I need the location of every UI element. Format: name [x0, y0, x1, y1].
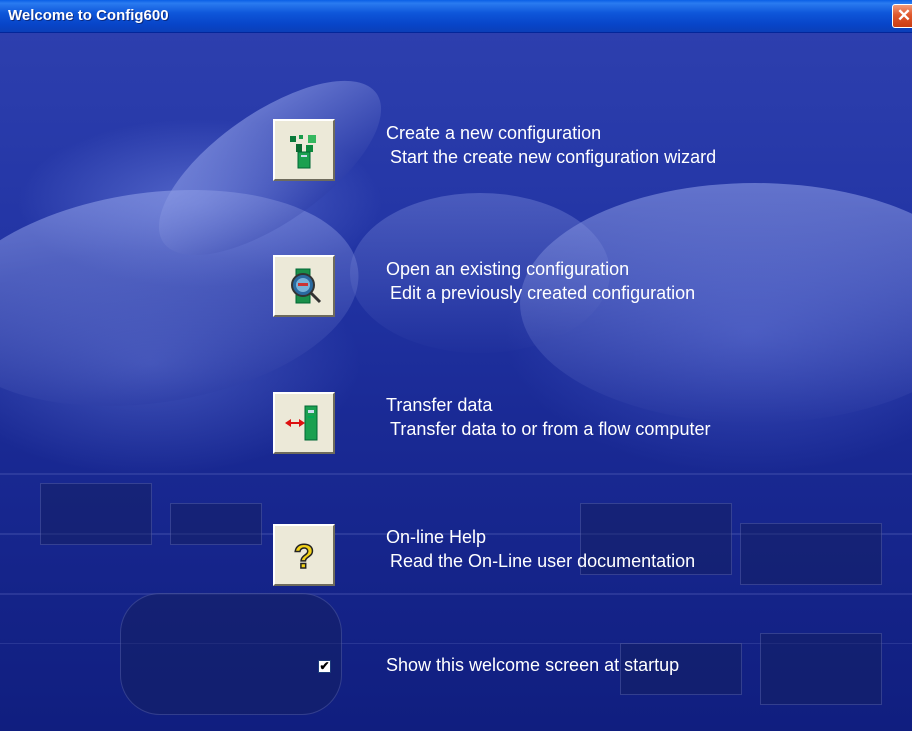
- create-configuration-title: Create a new configuration: [386, 123, 602, 143]
- circuit-trace: [0, 593, 912, 595]
- transfer-data-description: Transfer data to or from a flow computer: [390, 419, 711, 439]
- svg-text:?: ?: [294, 538, 315, 575]
- online-help-button[interactable]: ?: [273, 524, 335, 586]
- transfer-data-title: Transfer data: [386, 395, 493, 415]
- circuit-trace: [0, 473, 912, 475]
- show-at-startup-label[interactable]: Show this welcome screen at startup: [386, 655, 679, 676]
- title-bar[interactable]: Welcome to Config600 ✕: [0, 0, 912, 33]
- circuit-chip: [740, 523, 882, 585]
- online-help-description: Read the On-Line user documentation: [390, 551, 696, 571]
- circuit-chip: [120, 593, 342, 715]
- create-configuration-button[interactable]: [273, 119, 335, 181]
- create-configuration-text[interactable]: Create a new configuration Start the cre…: [386, 121, 716, 169]
- open-configuration-text[interactable]: Open an existing configuration Edit a pr…: [386, 257, 695, 305]
- transfer-data-text[interactable]: Transfer data Transfer data to or from a…: [386, 393, 710, 441]
- circuit-chip: [170, 503, 262, 545]
- help-icon: ?: [293, 537, 315, 575]
- new-configuration-icon: [290, 135, 316, 169]
- circuit-chip: [760, 633, 882, 705]
- open-configuration-title: Open an existing configuration: [386, 259, 630, 279]
- transfer-data-icon: [285, 405, 318, 441]
- create-configuration-description: Start the create new configuration wizar…: [390, 147, 717, 167]
- online-help-text[interactable]: On-line Help Read the On-Line user docum…: [386, 525, 695, 573]
- open-configuration-button[interactable]: [273, 255, 335, 317]
- open-configuration-description: Edit a previously created configuration: [390, 283, 696, 303]
- checkmark-icon: ✔: [319, 659, 330, 673]
- welcome-content: Create a new configuration Start the cre…: [0, 33, 912, 731]
- close-icon: ✕: [896, 6, 912, 25]
- transfer-data-button[interactable]: [273, 392, 335, 454]
- open-configuration-icon: [291, 268, 322, 304]
- circuit-chip: [40, 483, 152, 545]
- window-title: Welcome to Config600: [8, 7, 169, 24]
- welcome-window: Welcome to Config600 ✕ Create a new conf…: [0, 0, 912, 731]
- online-help-title: On-line Help: [386, 527, 487, 547]
- show-at-startup-checkbox[interactable]: ✔: [318, 660, 331, 673]
- close-button[interactable]: ✕: [892, 4, 912, 28]
